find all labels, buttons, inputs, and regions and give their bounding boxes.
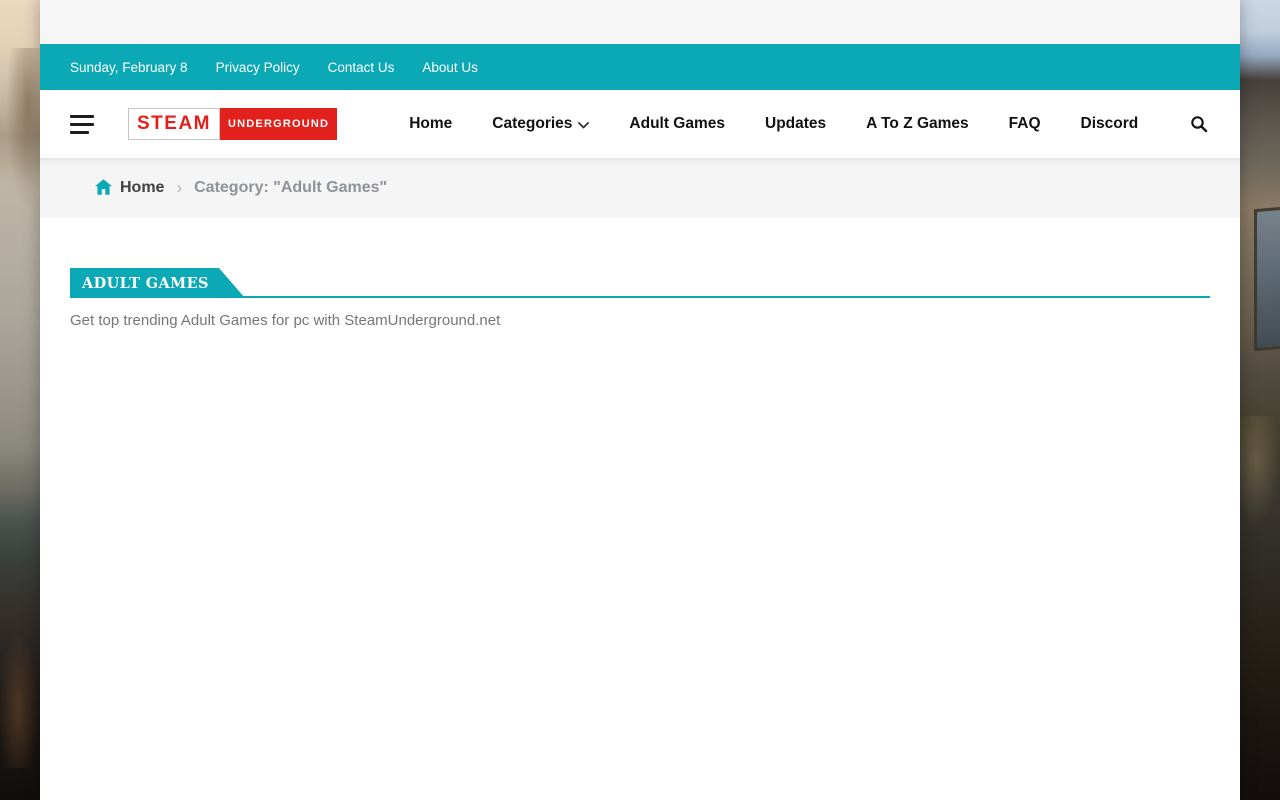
page-top-margin (40, 0, 1240, 44)
breadcrumb-separator: › (176, 178, 182, 198)
nav-categories-label: Categories (492, 115, 572, 133)
nav-discord-label: Discord (1081, 115, 1139, 133)
main-content: ADULT GAMES Get top trending Adult Games… (40, 218, 1240, 329)
nav-adult-games[interactable]: Adult Games (629, 115, 725, 133)
nav-a-to-z-games[interactable]: A To Z Games (866, 115, 969, 133)
chevron-down-icon (578, 122, 589, 129)
nav-faq[interactable]: FAQ (1009, 115, 1041, 133)
page-wrapper: Sunday, February 8 Privacy Policy Contac… (40, 0, 1240, 800)
navbar: STEAM UNDERGROUND Home Categories Adult … (40, 90, 1240, 158)
nav-home-label: Home (409, 115, 452, 133)
nav-categories[interactable]: Categories (492, 115, 589, 133)
breadcrumb-home-link[interactable]: Home (95, 179, 164, 197)
topbar: Sunday, February 8 Privacy Policy Contac… (40, 44, 1240, 90)
site-logo[interactable]: STEAM UNDERGROUND (128, 108, 337, 140)
nav-updates[interactable]: Updates (765, 115, 826, 133)
search-button[interactable] (1188, 113, 1210, 135)
nav-discord[interactable]: Discord (1081, 115, 1139, 133)
search-icon (1190, 115, 1208, 133)
nav-adult-games-label: Adult Games (629, 115, 725, 133)
topbar-link-contact-us[interactable]: Contact Us (328, 60, 395, 75)
topbar-link-privacy-policy[interactable]: Privacy Policy (216, 60, 300, 75)
section-description: Get top trending Adult Games for pc with… (70, 312, 1210, 329)
nav-faq-label: FAQ (1009, 115, 1041, 133)
logo-steam-text: STEAM (128, 108, 220, 140)
nav-updates-label: Updates (765, 115, 826, 133)
menu-icon[interactable] (70, 115, 94, 134)
background-window-detail (1254, 207, 1280, 352)
main-nav: Home Categories Adult Games Updates A To… (409, 115, 1138, 133)
section-title-ribbon: ADULT GAMES (70, 268, 245, 298)
breadcrumb: Home › Category: "Adult Games" (40, 158, 1240, 218)
breadcrumb-current: Category: "Adult Games" (194, 179, 387, 197)
logo-underground-text: UNDERGROUND (220, 108, 337, 140)
background-art-left (0, 0, 40, 800)
breadcrumb-home-label: Home (120, 179, 164, 197)
background-art-right (1240, 0, 1280, 800)
section-title: ADULT GAMES (82, 275, 209, 292)
nav-home[interactable]: Home (409, 115, 452, 133)
topbar-date: Sunday, February 8 (70, 60, 188, 75)
home-icon (95, 179, 112, 195)
section-header: ADULT GAMES (70, 268, 1210, 298)
nav-a-to-z-games-label: A To Z Games (866, 115, 969, 133)
topbar-link-about-us[interactable]: About Us (422, 60, 478, 75)
